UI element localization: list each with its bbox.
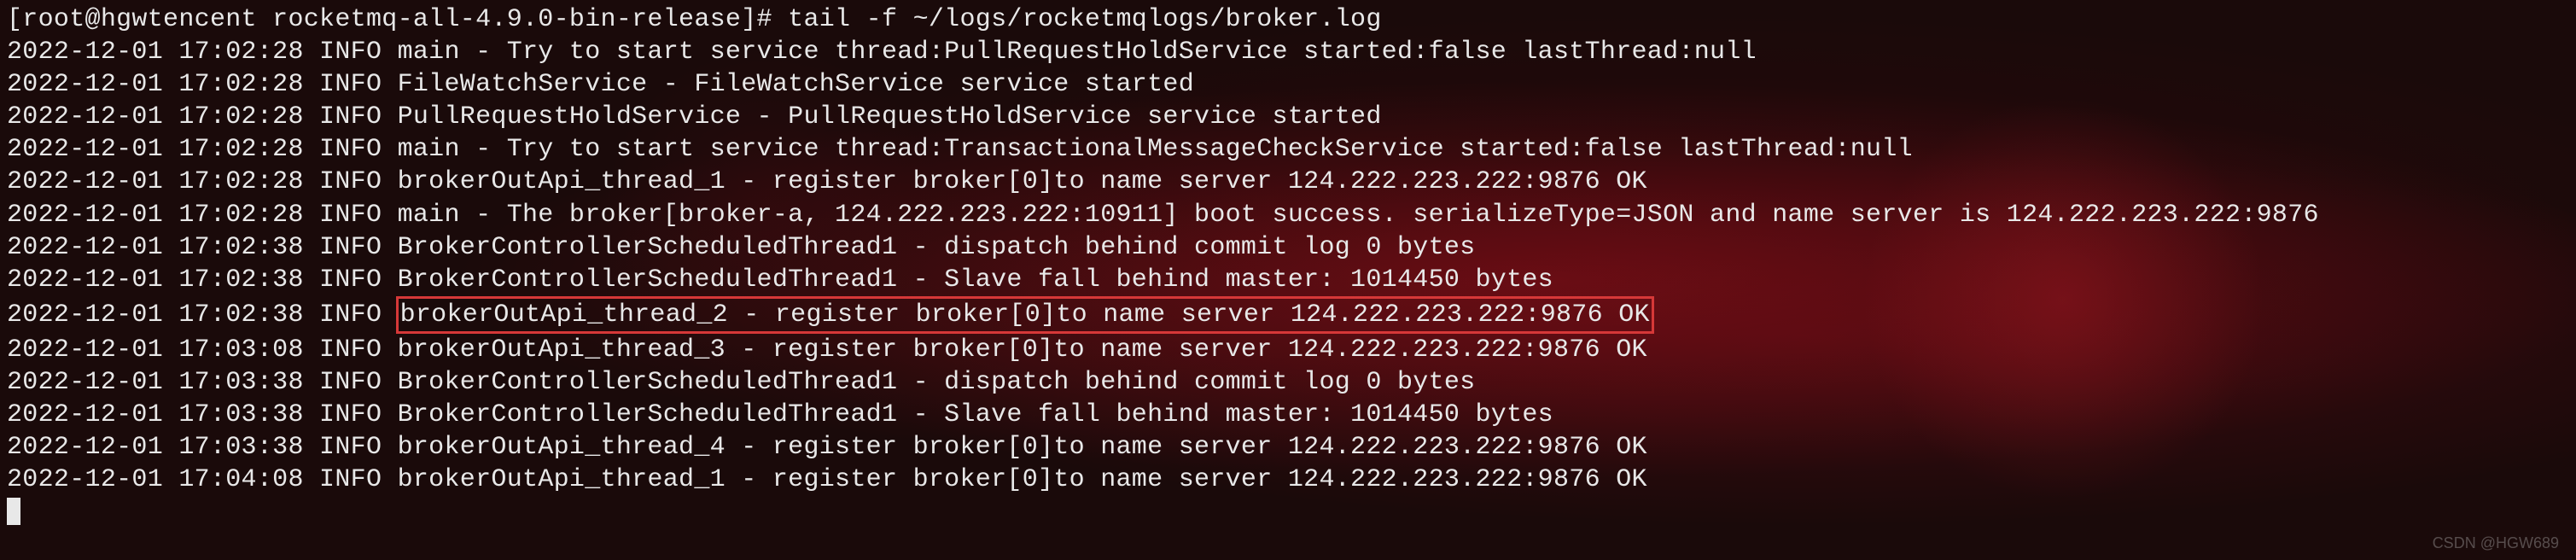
log-line-highlighted: 2022-12-01 17:02:38 INFO brokerOutApi_th… [7,296,2569,334]
cursor-line [7,496,2569,528]
terminal-output[interactable]: [root@hgwtencent rocketmq-all-4.9.0-bin-… [7,3,2569,529]
log-line: 2022-12-01 17:02:28 INFO main - The brok… [7,199,2569,231]
log-line: 2022-12-01 17:02:38 INFO BrokerControlle… [7,264,2569,296]
log-line: 2022-12-01 17:02:28 INFO PullRequestHold… [7,101,2569,133]
log-line: 2022-12-01 17:03:38 INFO BrokerControlle… [7,366,2569,399]
log-line: 2022-12-01 17:04:08 INFO brokerOutApi_th… [7,464,2569,496]
cursor-icon [7,498,20,525]
log-line: 2022-12-01 17:03:08 INFO brokerOutApi_th… [7,334,2569,366]
highlighted-text: brokerOutApi_thread_2 - register broker[… [396,296,1654,334]
watermark-text: CSDN @HGW689 [2433,534,2559,553]
log-line: 2022-12-01 17:02:28 INFO main - Try to s… [7,133,2569,166]
log-line: 2022-12-01 17:03:38 INFO brokerOutApi_th… [7,431,2569,464]
log-line: 2022-12-01 17:02:28 INFO main - Try to s… [7,36,2569,68]
log-prefix: 2022-12-01 17:02:38 INFO [7,300,398,330]
log-line: 2022-12-01 17:02:38 INFO BrokerControlle… [7,231,2569,264]
log-line: 2022-12-01 17:02:28 INFO brokerOutApi_th… [7,166,2569,198]
log-line: 2022-12-01 17:02:28 INFO FileWatchServic… [7,68,2569,101]
log-line: 2022-12-01 17:03:38 INFO BrokerControlle… [7,399,2569,431]
command-prompt-line: [root@hgwtencent rocketmq-all-4.9.0-bin-… [7,3,2569,36]
